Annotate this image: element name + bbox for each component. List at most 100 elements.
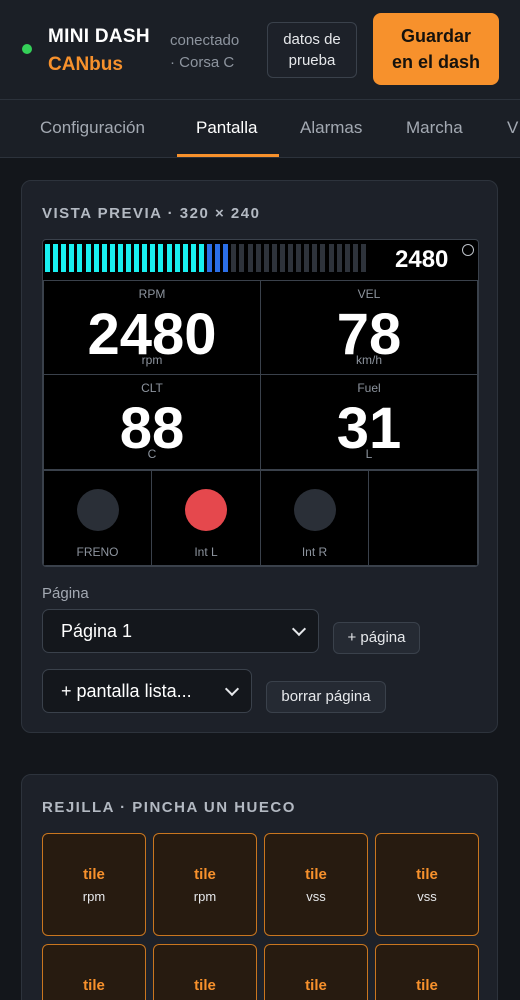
connection-state: conectado	[170, 32, 240, 49]
rpm-bar-segment	[117, 244, 123, 272]
grid-tile[interactable]: tile	[42, 944, 146, 1000]
tab-configuracion[interactable]: Configuración	[40, 118, 145, 138]
preview-title: VISTA PREVIA · 320 × 240	[42, 205, 261, 222]
rpm-bar-segment	[101, 244, 107, 272]
save-label-1: Guardar	[400, 26, 472, 46]
rpm-bar-segment	[279, 244, 285, 272]
gauge-value: 31	[336, 396, 402, 461]
grid-tile[interactable]: tile rpm	[153, 833, 257, 936]
grid-tile[interactable]: tile	[264, 944, 368, 1000]
grid-tile[interactable]: tile vss	[375, 833, 479, 936]
rpm-bar-segment	[182, 244, 188, 272]
brand-name: MINI DASH	[48, 26, 150, 47]
rpm-bar-segment	[231, 244, 237, 272]
gauge-rpm[interactable]: RPM rpm 2480	[43, 280, 261, 375]
chevron-down-icon	[224, 681, 240, 697]
rpm-bar-segment	[190, 244, 196, 272]
connection-status-dot	[22, 44, 32, 54]
lamp-label: Int L	[194, 545, 218, 559]
rpm-bar-segment	[239, 244, 245, 272]
rpm-readout: 2480	[395, 246, 449, 273]
tile-name: tile	[416, 866, 438, 883]
tab-more[interactable]: V	[507, 118, 518, 138]
save-to-dash-button[interactable]: Guardar en el dash	[373, 13, 499, 85]
grid-tile[interactable]: tile	[375, 944, 479, 1000]
tile-signal: rpm	[193, 889, 217, 904]
rpm-bar-segment	[288, 244, 293, 272]
gauge-label: Fuel	[357, 381, 381, 395]
rpm-bar-segment	[150, 244, 156, 272]
gauge-label: CLT	[141, 381, 163, 395]
rpm-bar-segment	[320, 244, 326, 272]
tile-name: tile	[194, 866, 216, 883]
grid-tile[interactable]: tile vss	[264, 833, 368, 936]
app-header: MINI DASH CANbus conectado · Corsa C dat…	[0, 0, 520, 100]
gauge-value: 88	[119, 396, 185, 461]
lamp-label: Int R	[301, 545, 328, 559]
rpm-bar-segment	[360, 244, 366, 272]
rpm-bar-segment	[296, 244, 302, 272]
rpm-bar	[45, 244, 370, 272]
lamp-cell-int-r[interactable]: Int R	[260, 470, 369, 566]
grid-tile[interactable]: tile	[153, 944, 257, 1000]
add-page-button[interactable]: + página	[333, 622, 420, 654]
gauge-label: RPM	[138, 287, 166, 301]
rpm-bar-segment	[215, 244, 221, 272]
rpm-bar-segment	[61, 244, 67, 272]
rpm-bar-segment	[352, 244, 358, 272]
tab-alarmas[interactable]: Alarmas	[300, 118, 362, 138]
lamp-cell-empty[interactable]	[368, 470, 478, 566]
brand-subtitle: CANbus	[48, 54, 123, 75]
rpm-bar-segment	[304, 244, 310, 272]
ready-screen-select-value: + pantalla lista...	[61, 681, 192, 701]
rpm-bar-segment	[134, 244, 140, 272]
tile-signal: vss	[306, 889, 326, 904]
rpm-bar-segment	[312, 244, 318, 272]
tab-marcha[interactable]: Marcha	[406, 118, 463, 138]
tab-bar: Configuración Pantalla Alarmas Marcha V	[0, 100, 520, 158]
rpm-bar-segment	[69, 244, 75, 272]
rpm-bar-segment	[158, 244, 164, 272]
tile-name: tile	[305, 977, 327, 994]
connection-status: conectado · Corsa C	[170, 30, 239, 74]
tile-name: tile	[194, 977, 216, 994]
tile-signal: rpm	[82, 889, 106, 904]
page-select[interactable]: Página 1	[42, 609, 319, 653]
active-tab-indicator	[177, 154, 279, 157]
test-data-label-2: prueba	[288, 52, 336, 69]
rpm-bar-segment	[45, 244, 50, 272]
right-indicator-lamp-icon	[293, 489, 336, 531]
rpm-bar-segment	[142, 244, 148, 272]
gauge-label: VEL	[357, 287, 381, 301]
tile-signal: vss	[417, 889, 437, 904]
grid-tile[interactable]: tile rpm	[42, 833, 146, 936]
lamp-label: FRENO	[76, 545, 119, 559]
tab-pantalla[interactable]: Pantalla	[196, 118, 257, 138]
gauge-clt[interactable]: CLT C 88	[43, 374, 261, 470]
gauge-fuel[interactable]: Fuel L 31	[260, 374, 478, 470]
lamp-cell-int-l[interactable]: Int L	[151, 470, 261, 566]
rpm-bar-segment	[174, 244, 180, 272]
left-indicator-lamp-icon	[185, 489, 227, 531]
gauge-vel[interactable]: VEL km/h 78	[260, 280, 478, 375]
gauge-value: 2480	[87, 302, 217, 367]
delete-page-button[interactable]: borrar página	[266, 681, 386, 713]
ready-screen-select[interactable]: + pantalla lista...	[42, 669, 252, 713]
rpm-bar-segment	[207, 244, 212, 272]
rpm-bar-segment	[344, 244, 350, 272]
rpm-bar-segment	[77, 244, 83, 272]
tile-name: tile	[83, 866, 105, 883]
lamp-cell-freno[interactable]: FRENO	[43, 470, 152, 566]
rpm-bar-segment	[223, 244, 229, 272]
indicator-ring-icon	[462, 244, 474, 256]
test-data-button[interactable]: datos de prueba	[267, 22, 357, 78]
grid-card: REJILLA · PINCHA UN HUECO tile rpm tile …	[21, 774, 498, 1000]
rpm-bar-segment	[255, 244, 261, 272]
rpm-bar-segment	[336, 244, 342, 272]
rpm-bar-segment	[166, 244, 172, 272]
page-select-value: Página 1	[61, 621, 133, 641]
rpm-bar-segment	[93, 244, 99, 272]
rpm-bar-segment	[247, 244, 253, 272]
tile-name: tile	[83, 977, 105, 994]
preview-card: VISTA PREVIA · 320 × 240 2480 RPM rpm 24…	[21, 180, 498, 733]
